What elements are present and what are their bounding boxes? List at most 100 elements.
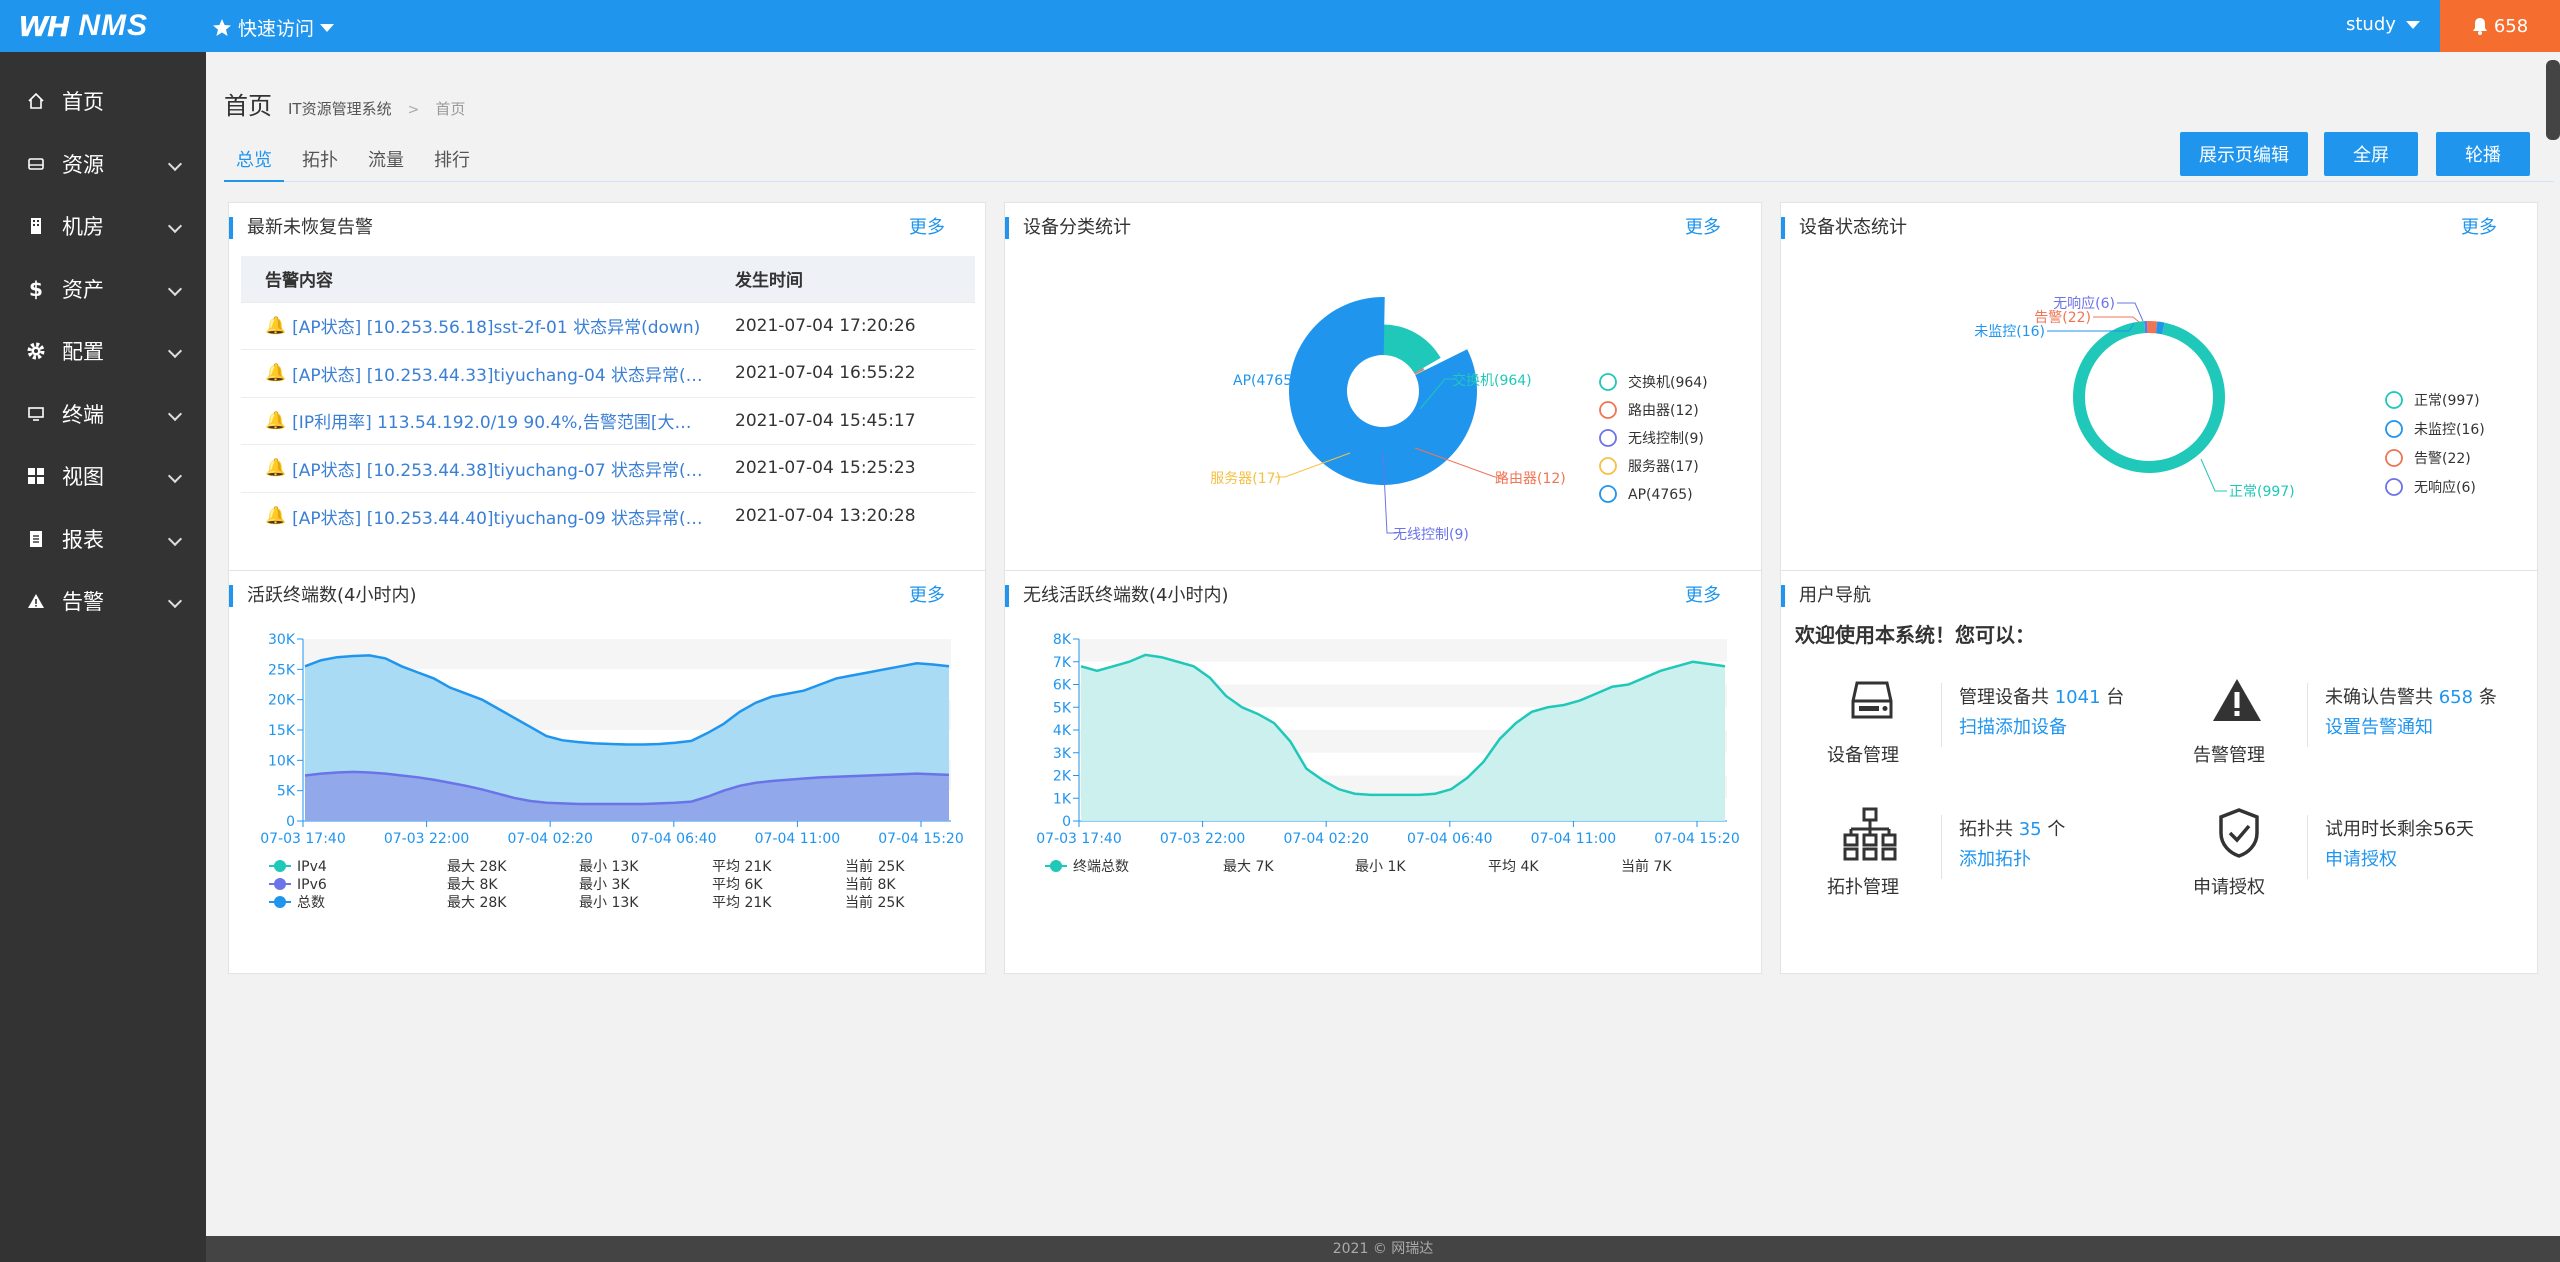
- alarm-count-text: 未确认告警共 658 条: [2325, 683, 2497, 709]
- more-link[interactable]: 更多: [909, 585, 945, 607]
- more-link[interactable]: 更多: [1685, 585, 1721, 607]
- sidebar-item-label: 终端: [62, 402, 104, 427]
- sidebar-item-home[interactable]: 首页: [0, 70, 206, 133]
- legend-marker: [2385, 449, 2403, 467]
- bell-icon: [2472, 18, 2487, 35]
- bell-icon: 🔔: [265, 506, 287, 526]
- text-suffix: 个: [2047, 819, 2066, 840]
- breadcrumb-system[interactable]: IT资源管理系统: [288, 98, 392, 119]
- x-tick-label: 07-04 15:20: [878, 831, 963, 847]
- sidebar-item-datacenter[interactable]: 机房: [0, 195, 206, 258]
- home-icon: [26, 91, 46, 111]
- device-count-text: 管理设备共 1041 台: [1959, 683, 2124, 709]
- sidebar-item-reports[interactable]: 报表: [0, 508, 206, 571]
- sidebar-item-label: 首页: [62, 90, 104, 115]
- y-tick-label: 30K: [268, 632, 296, 648]
- alarm-content: [AP状态] [10.253.56.18]sst-2f-01 状态异常(down…: [292, 318, 701, 339]
- alarm-content: [AP状态] [10.253.44.40]tiyuchang-09 状态异常(…: [292, 508, 703, 529]
- top-bar: WH NMS 快速访问 study 658: [0, 0, 2560, 52]
- bell-icon: 🔔: [265, 410, 287, 431]
- panel-title: 设备分类统计: [1023, 217, 1131, 238]
- app-logo[interactable]: WH NMS: [18, 9, 148, 43]
- alarm-time: 2021-07-04 15:25:23: [735, 444, 975, 492]
- more-link[interactable]: 更多: [1685, 217, 1721, 239]
- legend-stat: 平均 6K: [712, 877, 763, 893]
- x-tick-label: 07-04 02:20: [507, 831, 592, 847]
- topology-management-button[interactable]: [1821, 807, 1905, 865]
- user-menu[interactable]: study: [2346, 14, 2420, 35]
- bell-icon: 🔔: [265, 363, 287, 384]
- legend-marker: [1599, 485, 1617, 503]
- grid-band: [1079, 639, 1727, 662]
- y-tick-label: 10K: [268, 753, 296, 769]
- legend-stat: 平均 21K: [712, 895, 772, 911]
- tab-ranking[interactable]: 排行: [422, 146, 482, 182]
- card-label: 申请授权: [2193, 877, 2265, 898]
- sidebar-item-views[interactable]: 视图: [0, 445, 206, 508]
- sidebar-item-label: 告警: [62, 590, 104, 615]
- active-terminals-panel: 活跃终端数(4小时内) 更多 0 5K 10K 15K 20K 25K 30K 07-03 1…: [228, 570, 986, 974]
- add-topology-link[interactable]: 添加拓扑: [1959, 845, 2031, 871]
- trial-remaining-text: 试用时长剩余56天: [2325, 819, 2474, 840]
- alert-notification-button[interactable]: 658: [2440, 0, 2560, 52]
- legend-stat: 平均 4K: [1488, 859, 1539, 875]
- tab-overview[interactable]: 总览: [224, 146, 284, 182]
- card-label: 告警管理: [2193, 745, 2265, 766]
- y-tick-label: 0: [1062, 814, 1071, 830]
- table-row[interactable]: 🔔 [AP状态] [10.253.44.38]tiyuchang-07 状态异常(…: [241, 444, 975, 492]
- table-row[interactable]: 🔔 [AP状态] [10.253.44.40]tiyuchang-09 状态异常(…: [241, 491, 975, 540]
- alarm-link[interactable]: 🔔 [AP状态] [10.253.56.18]sst-2f-01 状态异常(dow…: [265, 313, 701, 339]
- welcome-text: 欢迎使用本系统！您可以：: [1795, 623, 2035, 647]
- divider: [1941, 815, 1942, 879]
- device-management-button[interactable]: [1821, 675, 1905, 729]
- quick-access-menu[interactable]: 快速访问: [212, 14, 335, 41]
- chevron-down-icon: [320, 23, 335, 32]
- monitor-icon: [26, 404, 46, 424]
- legend-label: 告警(22): [2414, 451, 2471, 467]
- legend-label: IPv4: [297, 859, 327, 875]
- alarm-link[interactable]: 🔔 [IP利用率] 113.54.192.0/19 90.4%,告警范围[大…: [265, 408, 691, 434]
- text-prefix: 拓扑共: [1959, 819, 2013, 840]
- panel-header: 设备分类统计 更多: [1005, 217, 1761, 239]
- legend-stat: 最小 3K: [579, 877, 630, 893]
- table-row[interactable]: 🔔 [AP状态] [10.253.56.18]sst-2f-01 状态异常(dow…: [241, 301, 975, 350]
- alarm-notify-link[interactable]: 设置告警通知: [2325, 713, 2433, 739]
- topology-count: 35: [2018, 819, 2042, 840]
- more-link[interactable]: 更多: [2461, 217, 2497, 239]
- text-prefix: 未确认告警共: [2325, 687, 2433, 708]
- edit-display-button[interactable]: 展示页编辑: [2180, 132, 2308, 176]
- carousel-button[interactable]: 轮播: [2436, 132, 2530, 176]
- sidebar-item-alarms[interactable]: 告警: [0, 570, 206, 633]
- bell-icon: 🔔: [265, 458, 287, 479]
- breadcrumb-current: 首页: [435, 100, 466, 118]
- request-license-link[interactable]: 申请授权: [2325, 845, 2397, 871]
- logo-mark: WH: [18, 9, 70, 43]
- tab-topology[interactable]: 拓扑: [290, 146, 350, 182]
- text-suffix: 条: [2478, 687, 2497, 708]
- more-link[interactable]: 更多: [909, 217, 945, 239]
- chevron-down-icon: [167, 531, 183, 546]
- alarm-link[interactable]: 🔔 [AP状态] [10.253.44.38]tiyuchang-07 状态异常(…: [265, 456, 703, 481]
- legend-marker: [1599, 429, 1617, 447]
- callout-line: [2200, 458, 2227, 492]
- table-row[interactable]: 🔔 [AP状态] [10.253.44.33]tiyuchang-04 状态异常(…: [241, 349, 975, 397]
- scan-add-device-link[interactable]: 扫描添加设备: [1959, 713, 2067, 739]
- fullscreen-button[interactable]: 全屏: [2324, 132, 2418, 176]
- alarm-link[interactable]: 🔔 [AP状态] [10.253.44.40]tiyuchang-09 状态异常(…: [265, 504, 703, 529]
- legend-marker: [2385, 478, 2403, 496]
- sidebar-item-assets[interactable]: $ 资产: [0, 258, 206, 321]
- table-row[interactable]: 🔔 [IP利用率] 113.54.192.0/19 90.4%,告警范围[大… 2…: [241, 396, 975, 445]
- alarms-table: 告警内容 发生时间 🔔 [AP状态] [10.253.56.18]sst-2f-0…: [241, 256, 975, 540]
- alarm-management-button[interactable]: [2187, 675, 2271, 729]
- sidebar: 首页 资源 机房 $ 资产 配置 终端 视图 报表 告警: [0, 52, 206, 1262]
- sidebar-item-resources[interactable]: 资源: [0, 133, 206, 196]
- legend-stat: 最大 28K: [447, 895, 507, 911]
- legend-stat: 当前 8K: [845, 876, 896, 893]
- sidebar-item-terminals[interactable]: 终端: [0, 383, 206, 446]
- tab-traffic[interactable]: 流量: [356, 146, 416, 182]
- legend-marker: [1599, 373, 1617, 391]
- scrollbar-thumb[interactable]: [2546, 60, 2560, 140]
- license-button[interactable]: [2187, 807, 2271, 863]
- sidebar-item-config[interactable]: 配置: [0, 320, 206, 383]
- alarm-link[interactable]: 🔔 [AP状态] [10.253.44.33]tiyuchang-04 状态异常(…: [265, 361, 703, 386]
